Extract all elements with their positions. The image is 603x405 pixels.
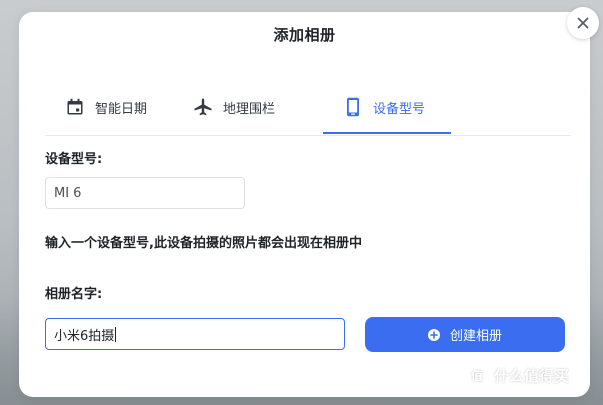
close-button[interactable] <box>567 7 599 39</box>
tab-device-model[interactable]: 设备型号 <box>343 80 425 134</box>
device-model-value: MI 6 <box>54 185 82 201</box>
active-tab-indicator <box>323 132 451 134</box>
airplane-icon <box>193 97 213 117</box>
tab-geofence-label: 地理围栏 <box>223 101 276 117</box>
album-name-value: 小米6拍摄 <box>54 328 115 344</box>
album-name-label: 相册名字: <box>45 287 103 302</box>
calendar-icon <box>65 97 85 117</box>
watermark: 值 什么值得买 <box>466 364 569 386</box>
dialog-title: 添加相册 <box>273 26 336 44</box>
tab-geofence[interactable]: 地理围栏 <box>193 80 275 134</box>
album-name-input[interactable]: 小米6拍摄 <box>45 318 345 350</box>
create-album-label: 创建相册 <box>449 329 502 344</box>
tab-smart-date-label: 智能日期 <box>95 101 148 117</box>
close-icon <box>577 14 589 33</box>
device-model-hint: 输入一个设备型号,此设备拍摄的照片都会出现在相册中 <box>45 236 362 251</box>
tab-device-model-label: 设备型号 <box>373 101 426 117</box>
text-caret <box>115 326 117 342</box>
phone-icon <box>343 97 363 117</box>
watermark-text: 什么值得买 <box>494 366 570 385</box>
plus-circle-icon <box>427 328 440 341</box>
tab-bar: 智能日期 地理围栏 设备型号 <box>45 80 571 136</box>
device-model-label: 设备型号: <box>45 152 103 167</box>
create-album-button[interactable]: 创建相册 <box>365 317 565 352</box>
tab-smart-date[interactable]: 智能日期 <box>65 80 147 134</box>
device-model-input[interactable]: MI 6 <box>45 177 245 209</box>
watermark-logo: 值 <box>466 364 488 386</box>
